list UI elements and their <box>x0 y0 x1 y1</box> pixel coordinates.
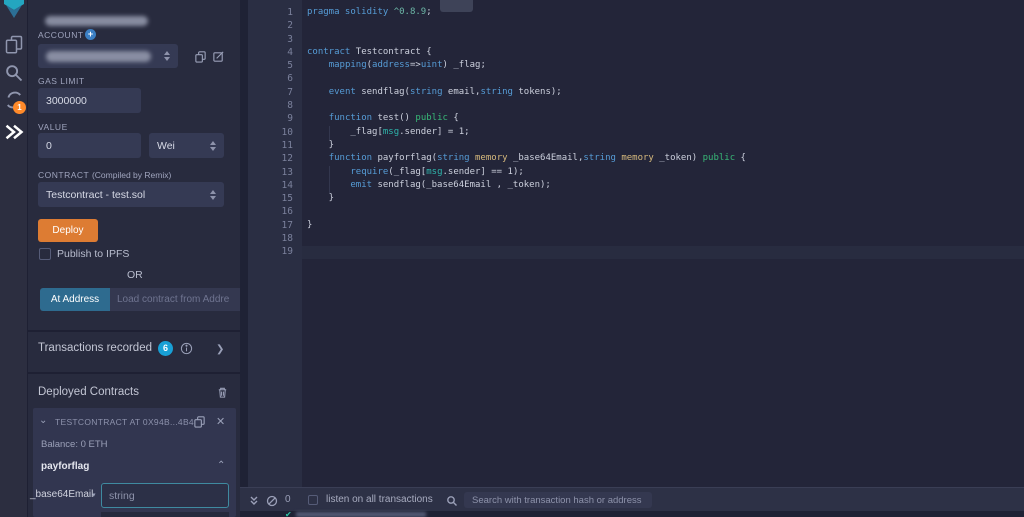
deployed-contracts-title: Deployed Contracts <box>38 386 139 398</box>
gas-limit-field <box>38 88 141 113</box>
param-string-input[interactable] <box>101 483 229 508</box>
code-line-17: } <box>307 219 746 232</box>
expand-terminal-icon[interactable] <box>248 494 260 506</box>
value-unit-select[interactable]: Wei <box>149 133 224 158</box>
code-line-5: mapping(address=>uint) _flag; <box>307 59 746 72</box>
editor-fold-widget[interactable] <box>440 0 473 12</box>
code-line-11: } <box>307 139 746 152</box>
contract-select-stepper <box>210 190 216 200</box>
transactions-recorded-label: Transactions recorded <box>38 342 152 354</box>
collapse-function-icon[interactable]: ⌃ <box>217 460 225 471</box>
compiler-badge: 1 <box>13 101 26 114</box>
file-explorer-icon[interactable] <box>4 34 24 54</box>
code-line-10: _flag[msg.sender] = 1; <box>307 126 746 139</box>
code-line-9: function test() public { <box>307 112 746 125</box>
code-line-2 <box>307 19 746 32</box>
param-name-label: _base64Email <box>30 489 93 500</box>
transactions-count-badge: 6 <box>158 341 173 356</box>
tx-success-check-icon: ✔ <box>285 510 292 517</box>
listen-transactions-checkbox[interactable] <box>308 495 318 505</box>
code-content[interactable]: pragma solidity ^0.8.9; contract Testcont… <box>307 6 746 259</box>
clear-console-icon[interactable] <box>266 494 278 506</box>
gas-limit-label: GAS LIMIT <box>38 76 85 86</box>
collapse-contract-icon[interactable]: ⌄ <box>39 415 47 426</box>
value-unit-label: Wei <box>157 140 175 152</box>
edit-account-icon[interactable] <box>212 50 225 63</box>
function-name-label: payforflag <box>41 461 89 472</box>
terminal-search-input[interactable] <box>464 492 652 508</box>
contract-label: CONTRACT (Compiled by Remix) <box>38 170 171 180</box>
code-line-18 <box>307 232 746 245</box>
add-account-icon[interactable]: + <box>85 29 96 40</box>
copy-address-icon[interactable] <box>193 415 206 428</box>
account-select-stepper <box>164 51 170 61</box>
line-numbers: 12345678910111213141516171819 <box>240 6 302 259</box>
contract-instance-label: TESTCONTRACT AT 0X94B...4B4 <box>55 417 194 427</box>
search-icon[interactable] <box>4 63 24 83</box>
pending-tx-count: 0 <box>285 494 291 505</box>
close-contract-icon[interactable]: ✕ <box>216 415 225 428</box>
code-line-6 <box>307 72 746 85</box>
gas-limit-input[interactable] <box>38 88 141 113</box>
code-line-12: function payforflag(string memory _base6… <box>307 152 746 165</box>
divider <box>28 372 240 374</box>
contract-select[interactable]: Testcontract - test.sol <box>38 182 224 207</box>
code-line-7: event sendflag(string email,string token… <box>307 86 746 99</box>
code-line-16 <box>307 205 746 218</box>
at-address-input[interactable] <box>110 288 256 311</box>
tx-log-redacted <box>296 512 426 517</box>
code-line-4: contract Testcontract { <box>307 46 746 59</box>
code-line-1: pragma solidity ^0.8.9; <box>307 6 746 19</box>
param-caret-icon: ▾ <box>92 491 96 499</box>
listen-transactions-label: listen on all transactions <box>326 494 433 505</box>
code-line-14: emit sendflag(_base64Email , _token); <box>307 179 746 192</box>
account-select[interactable] <box>38 44 178 68</box>
copy-account-icon[interactable] <box>194 50 207 63</box>
value-input[interactable] <box>38 133 141 158</box>
remix-ide-window: 1 DEPLOY & RUN TRANSACTIONS ACCOUNT + GA… <box>0 0 1024 517</box>
publish-ipfs-checkbox[interactable] <box>39 248 51 260</box>
panel-title: DEPLOY & RUN TRANSACTIONS <box>36 0 236 3</box>
code-line-13: require(_flag[msg.sender] == 1); <box>307 166 746 179</box>
deploy-run-panel: DEPLOY & RUN TRANSACTIONS ACCOUNT + GAS … <box>28 0 240 517</box>
activity-bar: 1 <box>0 0 28 517</box>
terminal-log-partial: ✔ <box>240 511 1024 517</box>
deployed-contract-card: ⌄ TESTCONTRACT AT 0X94B...4B4 ✕ Balance:… <box>33 408 236 517</box>
contract-selected-label: Testcontract - test.sol <box>46 189 145 201</box>
deploy-button[interactable]: Deploy <box>38 219 98 242</box>
code-editor[interactable]: 12345678910111213141516171819 pragma sol… <box>240 0 1024 487</box>
unit-select-stepper <box>210 141 216 151</box>
code-line-3 <box>307 33 746 46</box>
or-label: OR <box>127 269 143 281</box>
terminal-toolbar: 0 listen on all transactions <box>240 487 1024 511</box>
info-icon[interactable] <box>180 342 193 355</box>
value-label: VALUE <box>38 122 68 132</box>
value-field <box>38 133 141 158</box>
remix-logo-icon[interactable] <box>1 0 27 22</box>
deploy-and-run-icon[interactable] <box>4 122 24 142</box>
terminal-search-icon <box>446 494 458 506</box>
next-param-row-partial <box>101 512 229 517</box>
code-line-8 <box>307 99 746 112</box>
account-value-redacted <box>46 51 151 62</box>
trash-icon[interactable] <box>216 386 229 399</box>
environment-select-redacted[interactable] <box>45 16 148 26</box>
code-line-19 <box>307 245 746 258</box>
publish-ipfs-label: Publish to IPFS <box>57 248 129 260</box>
contract-note: (Compiled by Remix) <box>92 170 171 180</box>
code-line-15: } <box>307 192 746 205</box>
balance-label: Balance: 0 ETH <box>41 439 108 450</box>
at-address-button[interactable]: At Address <box>40 288 110 311</box>
expand-transactions-icon[interactable]: ❯ <box>216 344 224 355</box>
account-label: ACCOUNT <box>38 30 84 40</box>
divider <box>28 330 240 332</box>
